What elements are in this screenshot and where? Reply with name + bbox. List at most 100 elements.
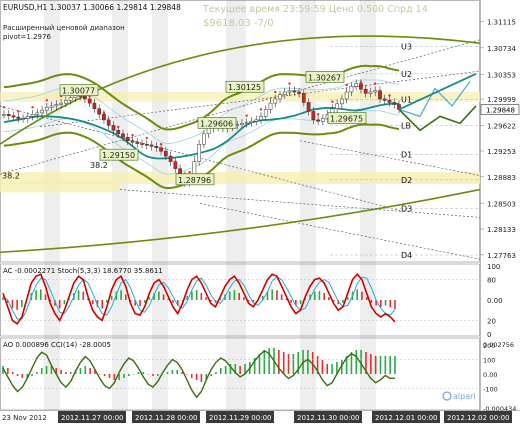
ao-bar [176, 370, 179, 374]
candle-body [21, 118, 25, 120]
candle-body [59, 102, 63, 105]
price-label-text: 1.30125 [228, 83, 261, 92]
price-label: 1.28796 [175, 173, 215, 186]
candle [6, 110, 11, 120]
ao-bar [132, 374, 135, 375]
signal-marker [388, 94, 391, 97]
ao-axis-label: 0.00 [483, 371, 497, 379]
candle-body [140, 143, 144, 145]
candle [173, 157, 178, 173]
candle [321, 114, 325, 126]
candle-body [359, 83, 363, 90]
ac-bar [101, 300, 103, 309]
signal-marker [331, 100, 334, 103]
ao-bar [16, 374, 19, 376]
candle-body [168, 155, 173, 162]
ac-bar [58, 300, 61, 309]
ac-bar [342, 300, 344, 303]
ao-bar [278, 350, 280, 374]
price-label: 1.29675 [327, 112, 367, 124]
signal-marker [274, 90, 277, 94]
candle [140, 139, 144, 149]
ao-bar [307, 350, 309, 374]
ao-bar [152, 374, 154, 376]
signal-marker [102, 111, 106, 115]
ao-bar [287, 354, 290, 374]
ac-bar [228, 291, 231, 300]
candle-body [259, 116, 263, 121]
range-note: Расширенный ценовой диапазон [3, 24, 125, 32]
price-label: 1.30125 [225, 80, 265, 93]
ac-bar [148, 297, 151, 300]
stoch-signal-line [2, 276, 396, 320]
candle-body [111, 125, 116, 131]
candle-body [240, 123, 244, 125]
stoch-main-line [2, 272, 396, 325]
chart: U3 U2 U1 LB D1 D2 D3 D4 1.30077 1.30125 1.30267 1.2… [0, 0, 520, 425]
candle [316, 115, 320, 126]
pivot-note: pivot=1.2976 [3, 33, 51, 41]
ac-bar [11, 300, 14, 309]
ac-bar [318, 291, 321, 300]
ac-bar [323, 293, 325, 300]
candle-body [244, 122, 249, 124]
signal-marker [345, 83, 348, 87]
current-price: 1.29848 [486, 107, 515, 115]
time-axis-label: 2012.11.29 00:00 [209, 414, 271, 422]
ao-axis-label: -100 [483, 386, 498, 394]
candle-body [83, 95, 87, 100]
ao-bar [113, 374, 116, 380]
price-axis-label: 1.30734 [487, 45, 516, 53]
candle-body [97, 108, 102, 115]
candle-body [16, 116, 21, 119]
day-stripe [226, 0, 246, 410]
candle [97, 104, 102, 119]
candle-body [368, 91, 373, 94]
candle-body [125, 137, 130, 142]
candle [263, 105, 268, 121]
ac-bar [233, 290, 236, 300]
ac-bar [139, 300, 141, 307]
ac-bar [356, 289, 359, 300]
ac-bar [370, 300, 373, 303]
candle-body [292, 90, 297, 93]
ao-bar [374, 356, 377, 374]
candle-body [278, 94, 282, 100]
candle-body [335, 103, 339, 109]
ao-bar [166, 372, 169, 374]
ao-bar [282, 352, 285, 374]
ao-bar [108, 374, 111, 378]
candle-body [340, 98, 344, 105]
price-axis-label: 1.28503 [487, 200, 516, 208]
candle-body [363, 88, 368, 94]
price-axis-label: 1.29622 [487, 122, 516, 130]
ao-bar [123, 374, 125, 378]
day-stripe [152, 0, 168, 410]
ac-indicator-label: AC -0.0002271 Stoch(5,3,3) 18.6770 35.86… [3, 267, 163, 275]
candle-body [311, 111, 316, 121]
ac-bar [44, 294, 47, 300]
candle-body [144, 143, 149, 146]
ao-bar [190, 374, 193, 378]
pivot-level-label: D2 [401, 176, 412, 185]
ac-bar [313, 291, 316, 300]
pivot-level-label: U2 [401, 70, 412, 79]
ac-bar [77, 290, 80, 300]
ao-bar [384, 356, 387, 374]
ao-bar [215, 372, 217, 374]
ao-bar [84, 366, 87, 374]
candle-body [349, 86, 354, 93]
candle [16, 112, 21, 123]
candle [254, 115, 259, 126]
ac-bar [110, 295, 113, 300]
signal-marker [159, 143, 163, 146]
projection-trend [398, 73, 477, 111]
ao-bar [69, 372, 72, 374]
ao-bar [224, 366, 227, 374]
ao-indicator-label: AO 0.000896 CCI(14) -28.0005 [3, 341, 111, 349]
symbol-header: EURUSD,H1 1.30037 1.30066 1.29814 1.2984… [3, 3, 181, 12]
pivot-level-label: LB [401, 121, 411, 130]
candle [249, 117, 254, 127]
time-axis-label: 2012.11.28 00:00 [135, 414, 197, 422]
ao-bar [98, 374, 101, 375]
